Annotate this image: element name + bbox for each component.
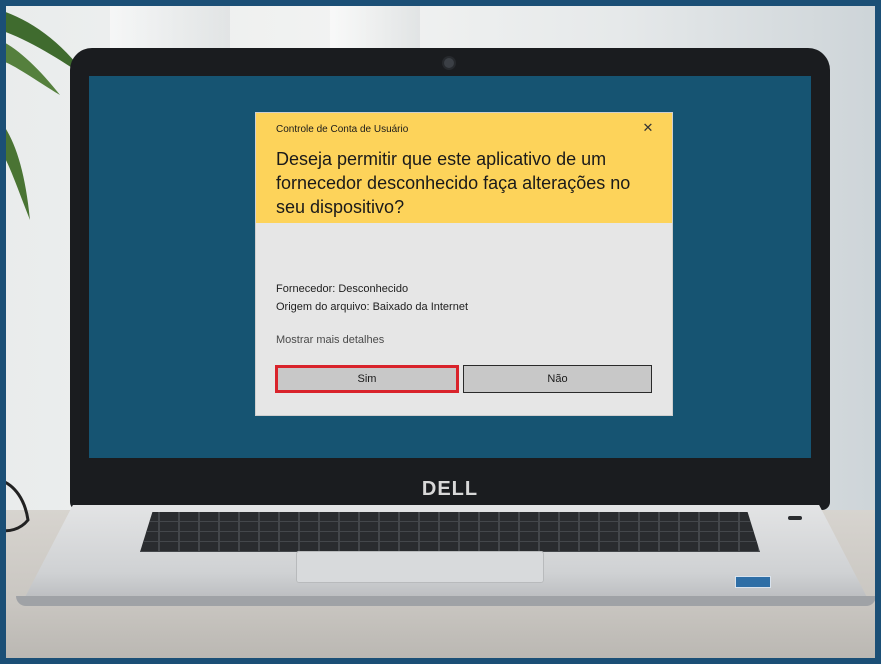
publisher-info: Fornecedor: Desconhecido	[276, 283, 409, 295]
uac-dialog: Controle de Conta de Usuário ✕ Deseja pe…	[256, 113, 672, 415]
power-button	[788, 516, 802, 520]
webcam-icon	[444, 58, 454, 68]
dialog-header: Controle de Conta de Usuário ✕ Deseja pe…	[256, 113, 672, 223]
keyboard-rows	[140, 512, 760, 552]
close-icon[interactable]: ✕	[641, 121, 655, 135]
show-details-link[interactable]: Mostrar mais detalhes	[276, 334, 384, 346]
laptop-base-edge	[16, 596, 876, 606]
intel-sticker	[735, 576, 771, 588]
dialog-title: Controle de Conta de Usuário	[276, 124, 409, 135]
no-button[interactable]: Não	[463, 365, 652, 393]
laptop-brand-logo: DELL	[421, 478, 479, 500]
yes-button[interactable]: Sim	[275, 365, 459, 393]
dialog-question: Deseja permitir que este aplicativo de u…	[276, 149, 631, 217]
file-origin-info: Origem do arquivo: Baixado da Internet	[276, 301, 469, 313]
touchpad	[296, 551, 544, 583]
